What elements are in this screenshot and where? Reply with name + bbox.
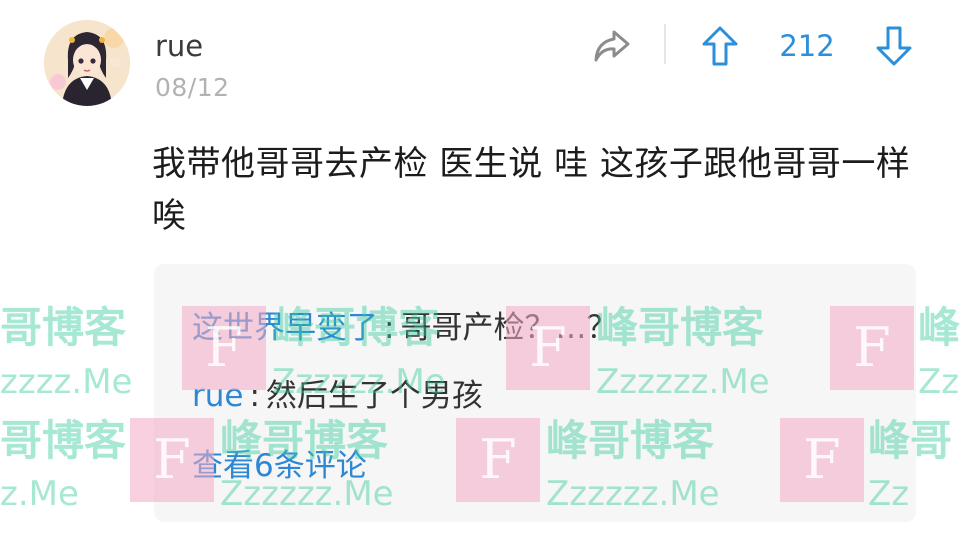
view-all-comments-link[interactable]: 查看6条评论 bbox=[192, 444, 367, 488]
comment-author[interactable]: rue bbox=[192, 378, 243, 414]
arrow-down-icon bbox=[876, 26, 912, 66]
comment-item[interactable]: rue: 然后生了个男孩 bbox=[192, 374, 483, 418]
comment-text: 然后生了个男孩 bbox=[265, 378, 483, 414]
post-card: rue 08/12 212 我带他哥哥去产检 医生说 哇 这孩子跟他哥哥一样唉 … bbox=[0, 0, 960, 547]
comment-separator: : bbox=[249, 378, 260, 414]
share-icon bbox=[594, 30, 630, 62]
header-divider bbox=[664, 24, 666, 64]
watermark-text: 哥博客 bbox=[0, 416, 127, 465]
comments-preview[interactable]: 这世界早变了: 哥哥产检？…？ rue: 然后生了个男孩 查看6条评论 bbox=[154, 264, 916, 522]
watermark-text: 峰 bbox=[918, 303, 960, 352]
post-content: 我带他哥哥去产检 医生说 哇 这孩子跟他哥哥一样唉 bbox=[152, 144, 911, 236]
watermark-url: z.Me bbox=[0, 474, 79, 514]
avatar[interactable] bbox=[44, 20, 130, 106]
avatar-illustration bbox=[44, 20, 130, 106]
comment-item[interactable]: 这世界早变了: 哥哥产检？…？ bbox=[192, 306, 617, 350]
share-button[interactable] bbox=[588, 22, 636, 70]
post-date: 08/12 bbox=[155, 73, 230, 102]
comment-text: 哥哥产检？…？ bbox=[400, 310, 618, 346]
vote-count: 212 bbox=[779, 29, 835, 63]
watermark-text: 哥博客 bbox=[0, 303, 127, 352]
watermark-url: Zz bbox=[918, 362, 960, 402]
username[interactable]: rue bbox=[155, 26, 203, 66]
watermark-url: zzzz.Me bbox=[0, 362, 133, 402]
upvote-button[interactable] bbox=[698, 22, 742, 70]
comment-author[interactable]: 这世界早变了 bbox=[192, 310, 378, 346]
arrow-up-icon bbox=[702, 26, 738, 66]
downvote-button[interactable] bbox=[872, 22, 916, 70]
comment-separator: : bbox=[384, 310, 395, 346]
